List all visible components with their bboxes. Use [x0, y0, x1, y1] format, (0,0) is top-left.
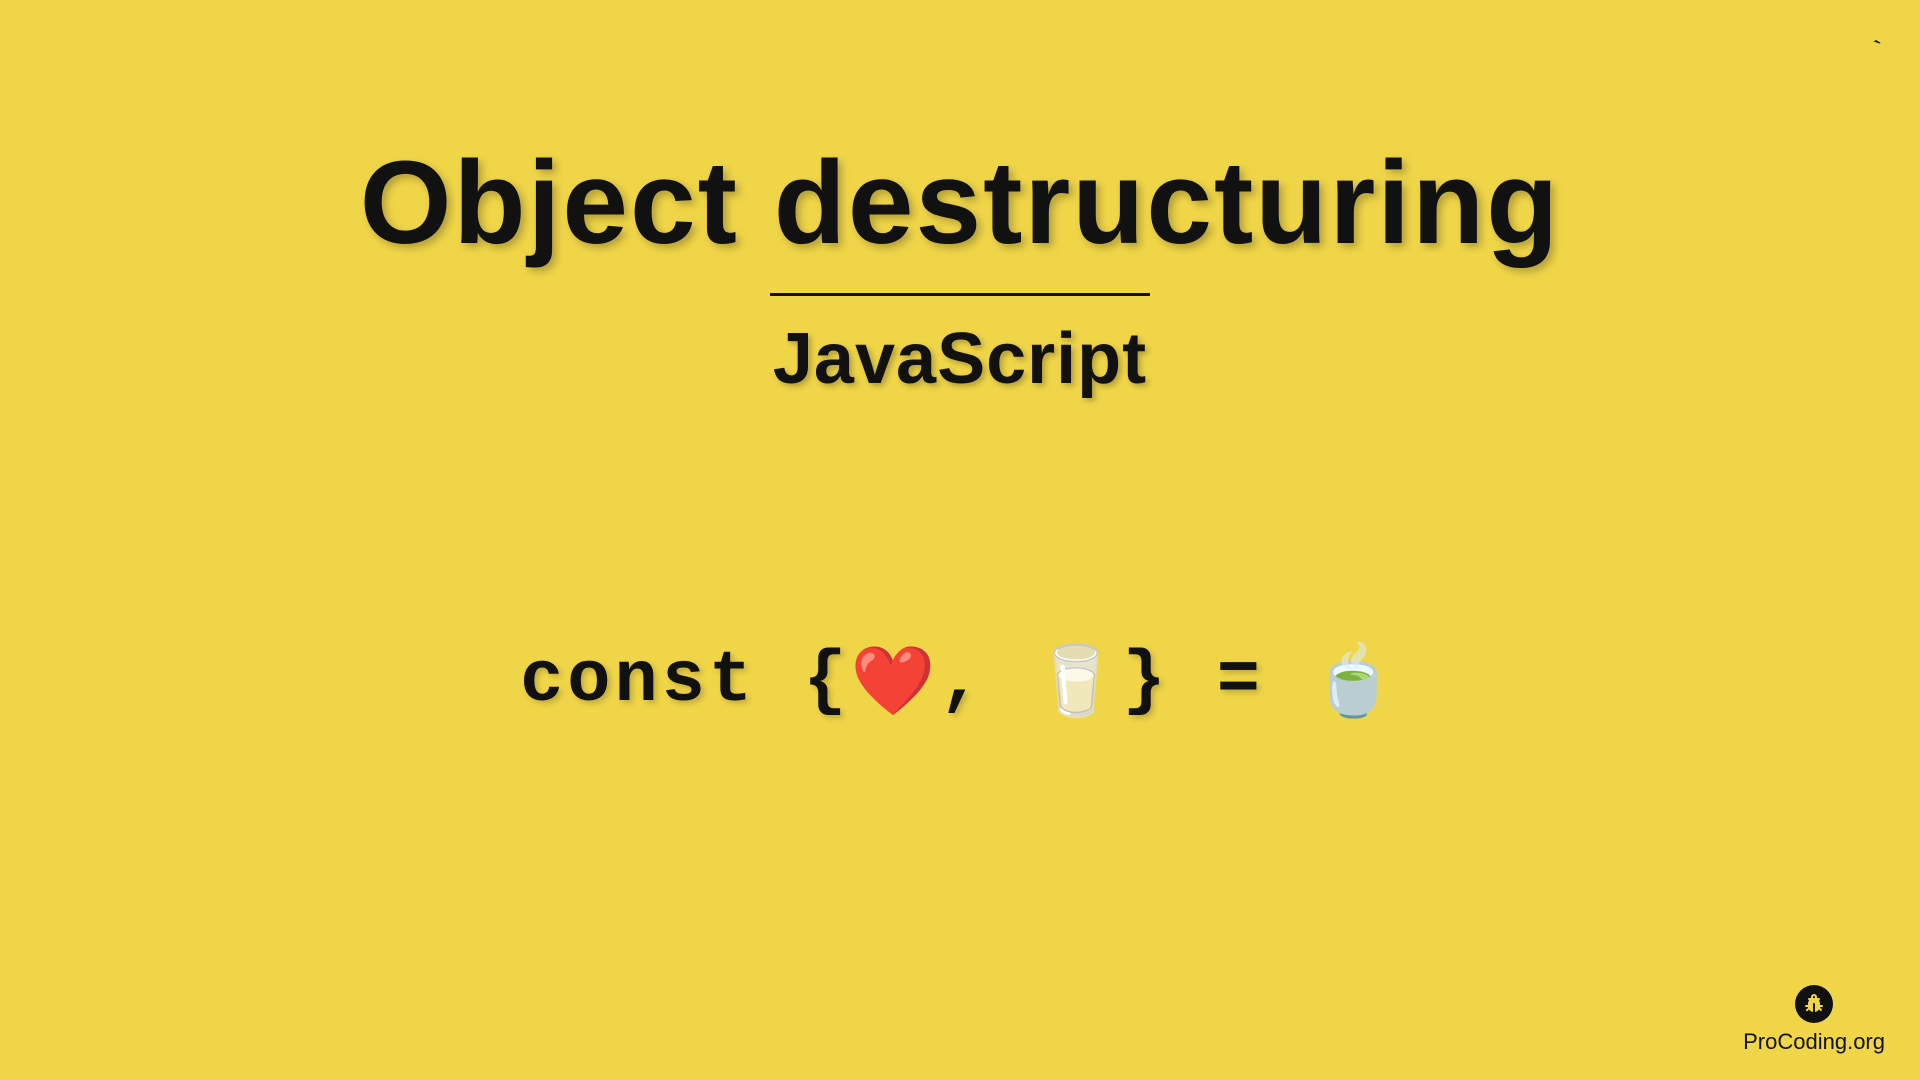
title-divider	[770, 293, 1150, 296]
slide-card: Object destructuring JavaScript const {❤…	[0, 0, 1920, 1080]
code-equals: =	[1217, 640, 1264, 722]
code-open-brace: {	[803, 640, 850, 722]
heart-icon: ❤️	[851, 641, 940, 721]
branding: ProCoding.org	[1743, 985, 1885, 1055]
main-title: Object destructuring	[0, 135, 1920, 271]
corner-mark: `	[1870, 34, 1890, 67]
code-const: const	[520, 640, 756, 722]
code-comma: ,	[939, 640, 986, 722]
bowl-icon: 🍵	[1311, 641, 1400, 721]
code-close-brace: }	[1122, 640, 1169, 722]
branding-text: ProCoding.org	[1743, 1029, 1885, 1055]
code-example: const {❤️, 🥛} = 🍵	[0, 640, 1920, 722]
bug-icon	[1795, 985, 1833, 1023]
glass-icon: 🥛	[1034, 641, 1123, 721]
subtitle: JavaScript	[0, 318, 1920, 400]
